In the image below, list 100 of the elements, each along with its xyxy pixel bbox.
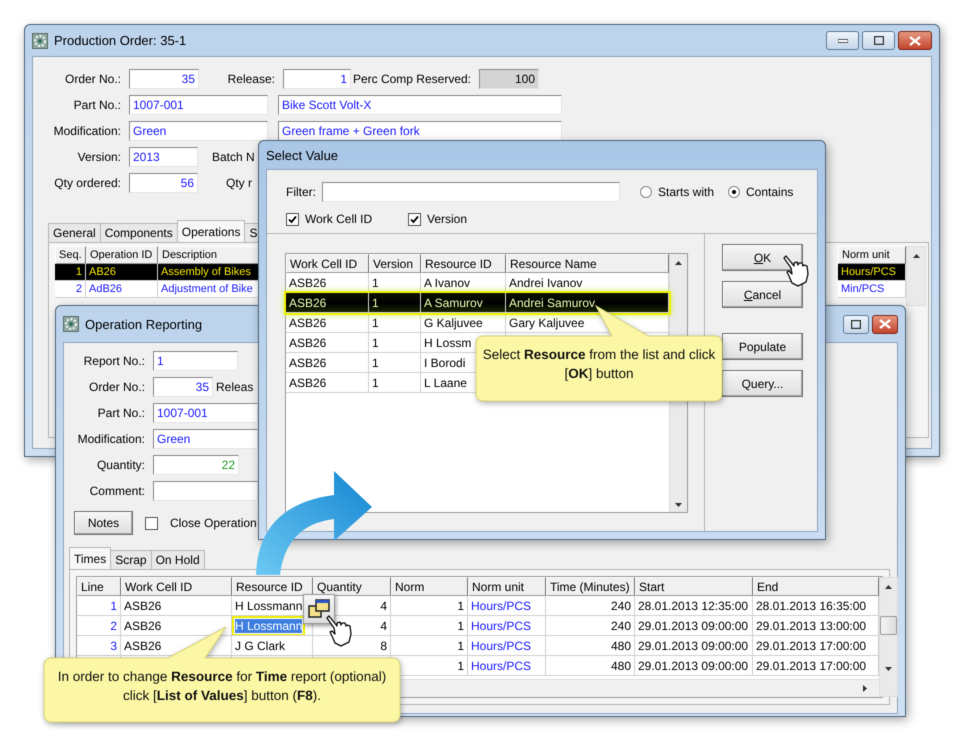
column-header[interactable]: End <box>753 577 879 596</box>
table-cell: A Samurov <box>421 293 506 313</box>
field-label: Qty ordered: <box>53 176 122 190</box>
input-field[interactable]: Green frame + Green fork <box>278 121 562 141</box>
column-header[interactable]: Operation ID <box>86 246 158 264</box>
checkbox[interactable] <box>408 212 421 226</box>
input-field[interactable]: 1 <box>153 351 238 371</box>
table-cell: ASB26 <box>286 293 369 313</box>
cog-icon <box>32 32 48 48</box>
field-label: Perc Comp Reserved: <box>352 72 472 86</box>
tab[interactable]: Times <box>69 547 112 569</box>
column-header[interactable]: Work Cell ID <box>286 254 369 273</box>
maximize-button[interactable] <box>862 31 895 50</box>
field-label: Order No.: <box>64 72 122 86</box>
table-cell: ASB26 <box>286 353 369 373</box>
input-field[interactable] <box>153 481 258 501</box>
checkbox-label: Work Cell ID <box>305 212 374 226</box>
column-header[interactable]: Start <box>635 577 753 596</box>
notes-button[interactable]: Notes <box>74 511 133 535</box>
maximize-button[interactable] <box>843 314 869 334</box>
input-field[interactable]: 1 <box>283 69 351 89</box>
column-header[interactable]: Seq. <box>55 246 86 264</box>
close-button[interactable] <box>872 314 898 334</box>
filter-field[interactable] <box>322 182 620 202</box>
scroll-thumb[interactable] <box>880 616 897 635</box>
field-label: Report No.: <box>82 354 146 368</box>
close-button[interactable] <box>898 31 932 50</box>
tab[interactable]: On Hold <box>150 550 205 569</box>
tab[interactable]: Operations <box>176 220 246 242</box>
column-header[interactable]: Norm <box>391 577 468 596</box>
column-header[interactable]: Norm unit <box>838 246 906 264</box>
tab[interactable]: General <box>48 223 101 242</box>
column-header[interactable]: Resource Name <box>506 254 669 273</box>
column-header[interactable]: Resource ID <box>232 577 313 596</box>
column-header[interactable]: Line <box>77 577 121 596</box>
radio-label: Starts with <box>658 185 714 199</box>
table-cell: 2 <box>55 281 86 298</box>
field-label: Batch N <box>212 150 255 164</box>
table-cell: 1 <box>369 293 421 313</box>
field-label: Filter: <box>286 185 316 199</box>
input-field[interactable]: 56 <box>129 173 198 193</box>
column-header[interactable]: Norm unit <box>468 577 546 596</box>
minimize-icon <box>838 38 848 42</box>
maximize-icon <box>851 320 861 328</box>
input-field[interactable]: 22 <box>153 455 239 475</box>
field-label: Quantity: <box>96 458 146 472</box>
window-title: Production Order: 35-1 <box>54 33 186 48</box>
scroll-up-icon <box>885 585 892 589</box>
list-of-values-button[interactable] <box>303 594 335 624</box>
input-field[interactable]: 35 <box>129 69 199 89</box>
scroll-down-icon <box>675 503 682 507</box>
scroll-up-icon <box>912 254 920 258</box>
dialog-button[interactable]: Query... <box>722 370 803 397</box>
tab[interactable]: Components <box>100 223 178 242</box>
field-label: Order No.: <box>88 380 146 394</box>
callout-text: In order to change Resource for Time report (optional) click [List of Values] button (F8). <box>56 668 388 705</box>
input-field[interactable]: 2013 <box>129 147 198 167</box>
checkbox[interactable] <box>286 212 299 226</box>
scroll-up-icon <box>675 261 682 265</box>
table-row[interactable]: Hours/PCS <box>838 264 906 281</box>
table-row[interactable]: Min/PCS <box>838 281 906 298</box>
dialog-button[interactable]: OK <box>722 244 803 271</box>
field-label: Modification: <box>52 124 122 138</box>
window-title: Operation Reporting <box>85 316 202 332</box>
input-field[interactable]: 1007-001 <box>153 403 258 423</box>
field-label: Part No.: <box>96 406 146 420</box>
windows-icon <box>308 599 330 619</box>
field-label: Release: <box>226 72 276 86</box>
close-icon <box>909 36 921 46</box>
table-cell: ASB26 <box>286 313 369 333</box>
scrollbar[interactable] <box>879 577 898 697</box>
column-header[interactable]: Work Cell ID <box>121 577 232 596</box>
field-label: Releas <box>216 380 254 394</box>
input-field[interactable]: 35 <box>153 377 213 397</box>
input-field[interactable]: 1007-001 <box>129 95 268 115</box>
column-header[interactable]: Time (Minutes) <box>546 577 635 596</box>
scrollbar[interactable] <box>906 246 926 306</box>
radio-button[interactable] <box>728 186 740 198</box>
radio-button[interactable] <box>640 186 652 198</box>
list-row[interactable]: ASB26 1 A Samurov Andrei Samurov <box>286 293 669 313</box>
minimize-button[interactable] <box>826 31 859 50</box>
table-cell: 1 <box>369 353 421 373</box>
column-header[interactable]: Version <box>369 254 421 273</box>
checkbox[interactable] <box>145 516 158 530</box>
table-cell: 1 <box>369 313 421 333</box>
table-cell: 480 <box>546 656 635 676</box>
dialog-title: Select Value <box>266 148 338 162</box>
scroll-right-icon <box>863 685 867 692</box>
scroll-down-icon <box>885 667 892 671</box>
input-field[interactable]: Bike Scott Volt-X <box>278 95 562 115</box>
dialog-button[interactable]: Cancel <box>722 281 803 308</box>
table-cell: Hours/PCS <box>468 656 546 676</box>
column-header[interactable]: Resource ID <box>421 254 506 273</box>
input-field[interactable]: Green <box>129 121 268 141</box>
dialog-button[interactable]: Populate <box>722 333 803 360</box>
tab[interactable]: Scrap <box>110 550 152 569</box>
input-field[interactable]: 100 <box>479 69 539 89</box>
input-field[interactable]: Green <box>153 429 258 449</box>
table-cell: 1 <box>369 373 421 393</box>
checkbox-label: Version <box>427 212 468 226</box>
